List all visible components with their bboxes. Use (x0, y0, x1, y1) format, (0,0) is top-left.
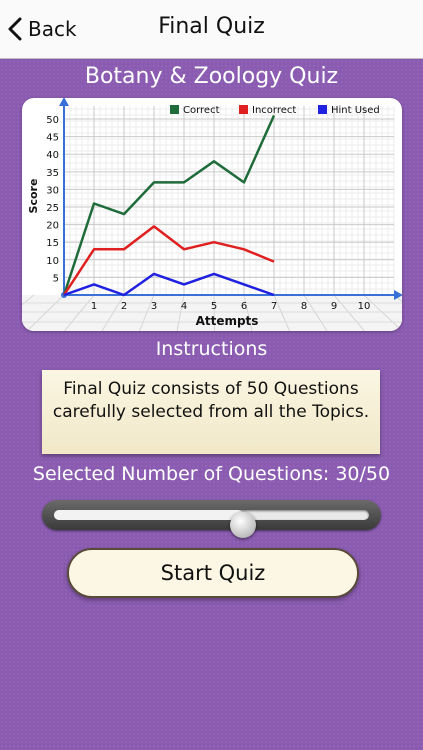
x-tick-label: 7 (271, 301, 277, 312)
x-tick-label: 3 (151, 301, 157, 312)
y-tick-label: 20 (46, 221, 59, 232)
instructions-box[interactable]: Final Quiz consists of 50 Questions care… (42, 370, 380, 454)
quiz-title: Botany & Zoology Quiz (84, 64, 339, 89)
y-axis-label: Score (27, 179, 40, 214)
legend-swatch (318, 105, 327, 114)
x-tick-label: 2 (121, 301, 127, 312)
legend-label: Incorrect (252, 105, 296, 116)
x-tick-label: 1 (91, 301, 97, 312)
selected-questions-label: Selected Number of Questions: 30/50 (32, 463, 391, 485)
y-tick-label: 45 (46, 133, 59, 144)
y-tick-label: 25 (46, 203, 59, 214)
legend-label: Hint Used (331, 105, 380, 116)
instructions-text: Final Quiz consists of 50 Questions care… (52, 379, 370, 422)
navbar: Back Final Quiz (0, 0, 423, 59)
page-title: Final Quiz (158, 14, 265, 39)
y-tick-label: 30 (46, 185, 59, 196)
questions-slider[interactable] (42, 500, 381, 538)
chart-legend: Correct Incorrect Hint Used (170, 105, 380, 116)
score-chart-svg: 51015202530354045501 2 3 4 5 6 7 8 9 10 Correct In… (22, 98, 402, 331)
y-axis-arrow (59, 98, 69, 106)
x-tick-label: 4 (181, 301, 187, 312)
y-tick-label: 50 (46, 115, 59, 126)
y-tick-label: 40 (46, 150, 59, 161)
slider-track[interactable] (54, 510, 369, 538)
x-tick-label: 8 (301, 301, 307, 312)
legend-label: Correct (183, 105, 220, 116)
score-chart: 5 10 15 20 25 30 35 40 45 50 1 2 3 4 5 6 7 8 9 10 Correct In… (22, 98, 402, 331)
y-tick-label: 15 (46, 238, 59, 249)
x-tick-label: 9 (331, 301, 337, 312)
y-tick-label: 10 (46, 256, 59, 267)
x-tick-label: 6 (241, 301, 247, 312)
start-quiz-button[interactable]: Start Quiz (67, 548, 359, 598)
instructions-title: Instructions (155, 338, 268, 360)
chart-grid (22, 106, 402, 331)
y-tick-label: 5 (53, 273, 59, 284)
legend-swatch (170, 105, 179, 114)
slider-thumb[interactable] (230, 512, 256, 538)
x-tick-label: 10 (358, 301, 371, 312)
y-tick-label: 35 (46, 168, 59, 179)
x-axis-label: Attempts (196, 314, 259, 328)
x-tick-label: 5 (211, 301, 217, 312)
slider-fill (54, 510, 243, 520)
legend-swatch (239, 105, 248, 114)
